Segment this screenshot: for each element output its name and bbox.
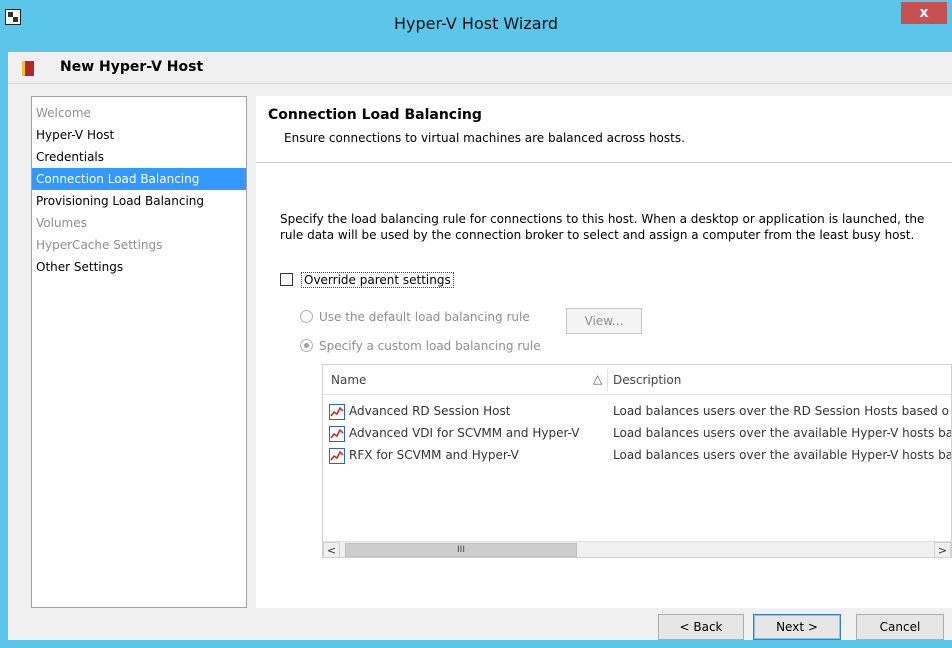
sidebar-item-hypercache-settings[interactable]: HyperCache Settings <box>32 234 246 256</box>
rule-name: Advanced VDI for SCVMM and Hyper-V <box>349 426 580 440</box>
server-icon <box>22 61 34 76</box>
custom-rule-radio[interactable] <box>300 339 313 352</box>
window-title: Hyper-V Host Wizard <box>393 14 558 33</box>
custom-rule-radio-row[interactable]: Specify a custom load balancing rule <box>300 338 541 358</box>
rule-description: Load balances users over the RD Session … <box>613 404 949 418</box>
override-parent-settings-row[interactable]: Override parent settings <box>280 271 454 292</box>
list-item[interactable]: Advanced VDI for SCVMM and Hyper-V Load … <box>323 423 952 445</box>
default-rule-radio-label: Use the default load balancing rule <box>319 309 530 324</box>
override-parent-settings-checkbox[interactable] <box>280 273 293 286</box>
sidebar-item-other-settings[interactable]: Other Settings <box>32 256 246 278</box>
rule-icon <box>329 404 345 420</box>
sidebar-item-connection-load-balancing[interactable]: Connection Load Balancing <box>32 168 246 190</box>
rule-icon <box>329 448 345 464</box>
sort-ascending-icon: △ <box>593 372 603 386</box>
window-frame <box>0 52 8 640</box>
window-frame-bottom <box>0 640 952 648</box>
wizard-body: Welcome Hyper-V Host Credentials Connect… <box>8 84 952 640</box>
header-divider <box>256 162 952 163</box>
rule-description: Load balances users over the available H… <box>613 426 952 440</box>
sidebar-item-hyper-v-host[interactable]: Hyper-V Host <box>32 124 246 146</box>
rule-icon <box>329 426 345 442</box>
default-rule-radio[interactable] <box>300 310 313 323</box>
column-divider[interactable] <box>607 369 608 391</box>
rule-name: Advanced RD Session Host <box>349 404 511 418</box>
title-bar: Hyper-V Host Wizard x <box>0 0 952 52</box>
back-button[interactable]: < Back <box>658 614 744 640</box>
load-balancing-rules-list[interactable]: Name △ Description Advanced RD Session H… <box>322 364 952 558</box>
horizontal-scrollbar[interactable]: < III > <box>323 541 951 557</box>
rule-name: RFX for SCVMM and Hyper-V <box>349 448 519 462</box>
column-header-name[interactable]: Name <box>331 373 366 387</box>
scroll-right-arrow-icon[interactable]: > <box>934 542 951 557</box>
view-button[interactable]: View... <box>566 308 642 334</box>
scroll-left-arrow-icon[interactable]: < <box>323 542 340 557</box>
list-item[interactable]: RFX for SCVMM and Hyper-V Load balances … <box>323 445 952 467</box>
override-parent-settings-label[interactable]: Override parent settings <box>301 271 454 288</box>
next-button[interactable]: Next > <box>753 614 841 640</box>
close-button[interactable]: x <box>901 2 947 24</box>
step-content-panel: Connection Load Balancing Ensure connect… <box>256 96 952 608</box>
sidebar-item-credentials[interactable]: Credentials <box>32 146 246 168</box>
sidebar-item-volumes[interactable]: Volumes <box>32 212 246 234</box>
scroll-thumb[interactable]: III <box>345 543 577 557</box>
cancel-button[interactable]: Cancel <box>856 614 944 640</box>
wizard-header: New Hyper-V Host <box>8 52 952 84</box>
wizard-steps-sidebar: Welcome Hyper-V Host Credentials Connect… <box>31 96 247 608</box>
section-description: Specify the load balancing rule for conn… <box>280 212 925 242</box>
column-header-description[interactable]: Description <box>613 373 681 387</box>
wizard-header-title: New Hyper-V Host <box>60 59 204 75</box>
rule-description: Load balances users over the available H… <box>613 448 952 462</box>
default-rule-radio-row[interactable]: Use the default load balancing rule <box>300 309 530 329</box>
list-header: Name △ Description <box>323 365 951 395</box>
sidebar-item-welcome[interactable]: Welcome <box>32 102 246 124</box>
wizard-footer: < Back Next > Cancel <box>8 614 952 640</box>
custom-rule-radio-label: Specify a custom load balancing rule <box>319 338 541 353</box>
list-item[interactable]: Advanced RD Session Host Load balances u… <box>323 401 951 423</box>
sidebar-item-provisioning-load-balancing[interactable]: Provisioning Load Balancing <box>32 190 246 212</box>
section-subtitle: Ensure connections to virtual machines a… <box>284 131 685 145</box>
section-title: Connection Load Balancing <box>268 107 482 123</box>
